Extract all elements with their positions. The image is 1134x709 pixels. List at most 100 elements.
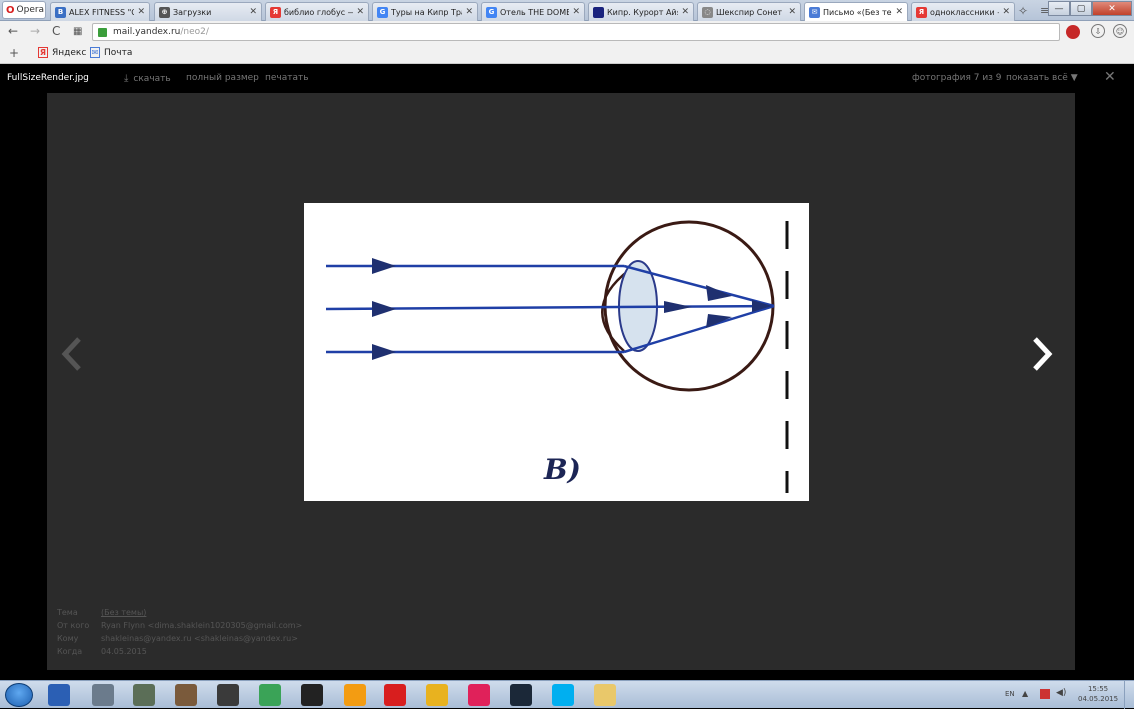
tab-close-icon[interactable]: ✕ — [1002, 7, 1010, 17]
opera-menu-button[interactable]: O Opera — [2, 1, 46, 19]
app-owl-icon[interactable] — [301, 684, 323, 706]
photo-caption: B) — [543, 453, 581, 486]
account-icon[interactable]: ☺ — [1113, 24, 1127, 38]
volume-icon[interactable]: ◀) — [1056, 688, 1066, 698]
photo-image: B) — [304, 203, 809, 501]
bookmark-mail[interactable]: ✉ Почта — [90, 47, 132, 58]
app-orange-icon[interactable] — [344, 684, 366, 706]
fullsize-button[interactable]: полный размер — [186, 73, 259, 83]
downloads-icon[interactable]: ⇩ — [1091, 24, 1105, 38]
tab-close-icon[interactable]: ✕ — [356, 7, 364, 17]
clock-date: 04.05.2015 — [1078, 695, 1119, 703]
email-meta: Тема (Без темы) От кого Ryan Flynn <dima… — [57, 606, 302, 658]
window-controls: — ▢ ✕ — [1048, 1, 1132, 16]
tab-label: Туры на Кипр Тра — [391, 7, 463, 17]
app-green-icon[interactable] — [259, 684, 281, 706]
game-2-icon[interactable] — [175, 684, 197, 706]
tray-expand-icon[interactable]: ▲ — [1022, 689, 1028, 698]
tab[interactable]: Ябиблио глобус — Я✕ — [265, 2, 369, 21]
opera-menu-label: Opera — [16, 5, 45, 15]
meta-subject-row: Тема (Без темы) — [57, 606, 302, 619]
tab-close-icon[interactable]: ✕ — [681, 7, 689, 17]
lock-icon — [98, 27, 107, 37]
tab[interactable]: ◌Шекспир Сонет 14✕ — [697, 2, 801, 21]
tab-close-icon[interactable]: ✕ — [895, 7, 903, 17]
add-bookmark-icon[interactable]: + — [9, 46, 19, 60]
tab-favicon-icon: B — [55, 6, 66, 18]
show-desktop-button[interactable] — [1124, 681, 1134, 709]
minimize-button[interactable]: — — [1048, 1, 1070, 16]
game-3-icon[interactable] — [217, 684, 239, 706]
game-1-icon[interactable] — [133, 684, 155, 706]
reload-icon[interactable]: C — [52, 24, 60, 38]
tab-favicon-icon: ✉ — [809, 6, 820, 18]
download-button[interactable]: ⤓ скачать — [124, 73, 171, 84]
close-icon[interactable]: ✕ — [1104, 69, 1116, 85]
show-all-button[interactable]: показать всё ▼ — [1006, 73, 1078, 83]
meta-key: Кому — [57, 634, 79, 643]
tab-favicon-icon: Я — [270, 6, 281, 18]
skype-icon[interactable] — [552, 684, 574, 706]
tab-close-icon[interactable]: ✕ — [788, 7, 796, 17]
download-icon: ⤓ — [124, 73, 129, 84]
tab-label: одноклассники — Я — [930, 7, 999, 17]
tab-label: библио глобус — Я — [284, 7, 353, 17]
tab-favicon-icon — [593, 6, 604, 18]
photo-stage: B) Тема (Без темы) От кого Ryan Flynn <d… — [47, 93, 1075, 670]
word-icon[interactable] — [48, 684, 70, 706]
tab[interactable]: BALEX FITNESS "Opa✕ — [50, 2, 150, 21]
network-icon[interactable] — [1040, 689, 1050, 699]
extension-icon[interactable] — [1066, 25, 1080, 39]
tab[interactable]: GОтель THE DOME 3✕ — [481, 2, 585, 21]
url-field[interactable]: mail.yandex.ru/neo2/ — [92, 23, 1060, 41]
language-indicator[interactable]: EN — [1005, 690, 1015, 698]
print-button[interactable]: печатать — [265, 73, 309, 83]
email-to: shakleinas@yandex.ru <shakleinas@yandex.… — [101, 634, 298, 643]
tab-label: Письмо «(Без темы — [823, 7, 892, 17]
meta-key: Тема — [57, 608, 78, 617]
download-label: скачать — [133, 73, 171, 84]
email-subject-link[interactable]: (Без темы) — [101, 606, 146, 619]
system-tray: EN ▲ ◀) 15:55 04.05.2015 — [1000, 681, 1134, 709]
meta-key: Когда — [57, 647, 83, 656]
meta-to-row: Кому shakleinas@yandex.ru <shakleinas@ya… — [57, 632, 302, 645]
photo-viewer: FullSizeRender.jpg ⤓ скачать полный разм… — [0, 65, 1134, 680]
explorer-icon[interactable] — [594, 684, 616, 706]
itunes-icon[interactable] — [468, 684, 490, 706]
address-bar: ← → C ▦ mail.yandex.ru/neo2/ ⇩ ☺ — [0, 21, 1134, 43]
tab-favicon-icon: Я — [916, 6, 927, 18]
maximize-button[interactable]: ▢ — [1070, 1, 1092, 16]
tab[interactable]: Кипр. Курорт Айя ✕ — [588, 2, 694, 21]
tab[interactable]: G Туры на Кипр Тра ✕ — [372, 2, 478, 21]
bookmark-yandex[interactable]: Я Яндекс — [38, 47, 86, 58]
tab-close-icon[interactable]: ✕ — [572, 7, 580, 17]
bookmarks-bar: + Я Яндекс ✉ Почта — [0, 43, 1134, 64]
tab[interactable]: ✉Письмо «(Без темы✕ — [804, 2, 908, 21]
browser-tab-bar: O Opera BALEX FITNESS "Opa✕⊕Загрузки✕Яби… — [0, 0, 1134, 21]
start-button[interactable] — [5, 683, 33, 707]
clock[interactable]: 15:55 04.05.2015 — [1078, 684, 1118, 704]
opera-icon[interactable] — [384, 684, 406, 706]
tab-label: Отель THE DOME 3 — [500, 7, 570, 17]
forward-icon[interactable]: → — [30, 24, 40, 38]
steam-icon[interactable] — [510, 684, 532, 706]
chrome-icon[interactable] — [426, 684, 448, 706]
new-tab-icon[interactable]: ✧ — [1018, 4, 1028, 18]
tab-close-icon[interactable]: ✕ — [465, 7, 473, 17]
tab-label: Загрузки — [173, 7, 212, 17]
counter-strike-icon[interactable] — [92, 684, 114, 706]
tab-label: Кипр. Курорт Айя — [607, 7, 679, 17]
tab[interactable]: Яодноклассники — Я✕ — [911, 2, 1015, 21]
close-window-button[interactable]: ✕ — [1092, 1, 1132, 16]
clock-time: 15:55 — [1087, 685, 1109, 693]
photo-counter: фотография 7 из 9 — [912, 73, 1002, 83]
tab-close-icon[interactable]: ✕ — [137, 7, 145, 17]
file-name: FullSizeRender.jpg — [7, 73, 89, 83]
tab-close-icon[interactable]: ✕ — [249, 7, 257, 17]
next-photo-icon[interactable] — [1030, 335, 1054, 373]
speed-dial-icon[interactable]: ▦ — [73, 26, 82, 37]
tab[interactable]: ⊕ Загрузки ✕ — [154, 2, 262, 21]
back-icon[interactable]: ← — [8, 24, 18, 38]
previous-photo-icon[interactable] — [60, 335, 84, 373]
meta-from-row: От кого Ryan Flynn <dima.shaklein1020305… — [57, 619, 302, 632]
